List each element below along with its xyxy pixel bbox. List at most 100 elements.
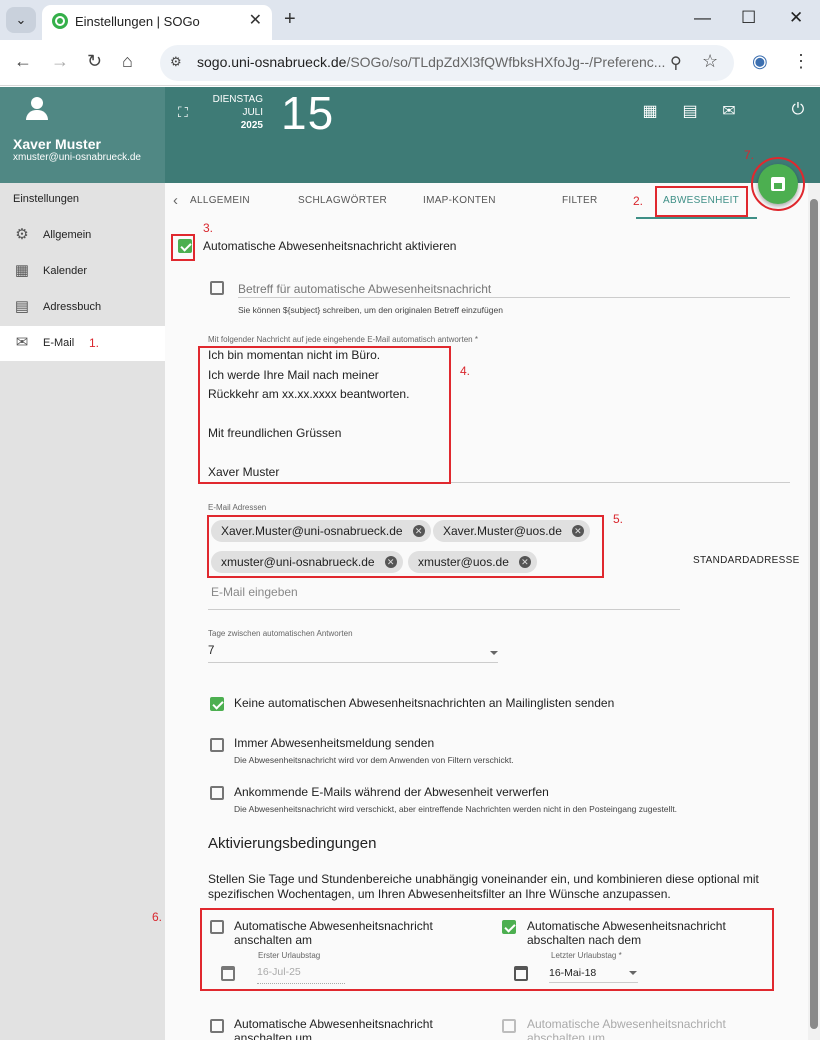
calendar-icon: ▦ — [14, 262, 30, 279]
save-icon — [771, 177, 785, 191]
address-bar[interactable]: ⚙ sogo.uni-osnabrueck.de/SOGo/so/TLdpZdX… — [160, 45, 734, 81]
start-date-input[interactable]: 16-Jul-25 — [257, 966, 301, 978]
addressbook-icon: ▤ — [14, 298, 30, 315]
discard-checkbox[interactable] — [210, 786, 224, 800]
browser-menu-icon[interactable]: ⋮ — [792, 51, 810, 72]
annotation-box-5 — [207, 515, 604, 578]
user-panel — [0, 87, 165, 183]
default-address-button[interactable]: STANDARDADRESSE — [693, 555, 800, 566]
end-field-label: Letzter Urlaubstag * — [551, 951, 622, 960]
tabs-back-icon[interactable]: ‹ — [173, 192, 178, 209]
days-field-label: Tage zwischen automatischen Antworten — [208, 629, 353, 638]
always-send-label: Immer Abwesenheitsmeldung senden — [234, 736, 435, 750]
no-mailinglists-checkbox[interactable] — [210, 697, 224, 711]
annotation-box-4 — [198, 346, 451, 484]
mail-icon: ✉ — [15, 334, 29, 351]
annotation-box-2 — [655, 186, 748, 217]
save-button[interactable] — [758, 164, 798, 204]
url-host: sogo.uni-osnabrueck.de — [197, 54, 347, 70]
end-date-dropdown-icon[interactable] — [629, 971, 637, 975]
profile-icon[interactable]: ◉ — [752, 51, 768, 72]
sidebar-item-label: E-Mail — [43, 337, 75, 349]
annotation-1: 1. — [89, 336, 100, 350]
days-underline — [208, 662, 498, 663]
sidebar-item-email[interactable]: ✉ E-Mail — [0, 326, 165, 361]
sidebar-item-adressbuch[interactable]: ▤ Adressbuch — [0, 290, 165, 325]
bookmark-star-icon[interactable]: ☆ — [702, 51, 718, 72]
zoom-icon[interactable]: ⚲ — [670, 53, 682, 73]
activation-text: Stellen Sie Tage und Stundenbereiche una… — [208, 872, 759, 901]
address-input[interactable]: E-Mail eingeben — [211, 585, 298, 599]
day-number: 15 — [281, 87, 335, 139]
annotation-6: 6. — [152, 910, 163, 924]
annotation-4: 4. — [460, 364, 471, 378]
url-path: /SOGo/so/TLdpZdXl3fQWfbksHXfoJg--/Prefer… — [346, 54, 666, 70]
tab-list-dropdown-button[interactable]: ⌄ — [6, 7, 36, 33]
weekday: DIENSTAG — [212, 94, 263, 105]
month: JULI — [242, 107, 263, 118]
site-info-icon[interactable]: ⚙ — [170, 54, 182, 70]
year: 2025 — [240, 120, 263, 131]
back-icon[interactable]: ← — [14, 51, 32, 72]
active-tab-indicator — [636, 217, 757, 219]
browser-tab[interactable]: Einstellungen | SOGo ✕ — [42, 5, 272, 40]
annotation-2: 2. — [633, 194, 644, 208]
end-date-input[interactable]: 16-Mai-18 — [549, 967, 596, 979]
annotation-5: 5. — [613, 512, 624, 526]
tab-imap-konten[interactable]: IMAP-KONTEN — [423, 195, 496, 206]
contacts-app-icon[interactable]: ▤ — [681, 101, 699, 120]
end-date-underline — [549, 982, 638, 983]
url-text[interactable]: sogo.uni-osnabrueck.de/SOGo/so/TLdpZdXl3… — [197, 54, 665, 70]
sidebar-item-kalender[interactable]: ▦ Kalender — [0, 254, 165, 289]
tab-close-icon[interactable]: ✕ — [249, 10, 262, 30]
window-close-button[interactable]: ✕ — [789, 8, 803, 28]
time-on-checkbox[interactable] — [210, 1019, 224, 1033]
message-field-label: Mit folgender Nachricht auf jede eingehe… — [208, 335, 478, 344]
address-input-underline — [208, 609, 680, 610]
always-send-checkbox[interactable] — [210, 738, 224, 752]
end-date-label: Automatische Abwesenheitsnachricht absch… — [527, 919, 726, 947]
start-calendar-icon[interactable] — [221, 966, 235, 981]
start-field-label: Erster Urlaubstag — [258, 951, 321, 960]
sogo-favicon-icon — [52, 13, 68, 29]
forward-icon[interactable]: → — [51, 51, 69, 72]
home-icon[interactable]: ⌂ — [122, 51, 133, 72]
days-dropdown-icon[interactable] — [490, 651, 498, 655]
always-send-hint: Die Abwesenheitsnachricht wird vor dem A… — [234, 755, 514, 765]
sidebar-item-label: Kalender — [43, 265, 88, 277]
start-date-checkbox[interactable] — [210, 920, 224, 934]
start-date-label: Automatische Abwesenheitsnachricht ansch… — [234, 919, 433, 947]
fullscreen-icon[interactable]: ⛶ — [178, 104, 188, 121]
scrollbar-thumb[interactable] — [810, 199, 818, 1029]
time-off-label: Automatische Abwesenheitsnachricht absch… — [527, 1017, 726, 1040]
time-off-checkbox[interactable] — [502, 1019, 516, 1033]
sidebar-item-allgemein[interactable]: ⚙ Allgemein — [0, 218, 165, 253]
enable-vacation-checkbox[interactable] — [178, 239, 192, 253]
reload-icon[interactable]: ↻ — [87, 51, 102, 72]
sidebar-title: Einstellungen — [13, 193, 80, 205]
tab-allgemein[interactable]: ALLGEMEIN — [190, 195, 250, 206]
sidebar-item-label: Adressbuch — [43, 301, 102, 313]
end-date-checkbox[interactable] — [502, 920, 516, 934]
subject-underline — [238, 297, 790, 298]
tab-schlagwoerter[interactable]: SCHLAGWÖRTER — [298, 195, 387, 206]
discard-hint: Die Abwesenheitsnachricht wird verschick… — [234, 804, 678, 814]
subject-input[interactable]: Betreff für automatische Abwesenheitsnac… — [238, 282, 491, 296]
user-email: xmuster@uni-osnabrueck.de — [13, 152, 141, 163]
sidebar-item-label: Allgemein — [43, 229, 92, 241]
subject-checkbox[interactable] — [210, 281, 224, 295]
annotation-7: 7. — [744, 148, 755, 162]
mail-app-icon[interactable]: ✉ — [720, 101, 738, 120]
days-select[interactable]: 7 — [208, 645, 214, 657]
tab-filter[interactable]: FILTER — [562, 195, 598, 206]
logout-icon[interactable]: ⏻ — [789, 101, 807, 119]
minimize-button[interactable]: — — [694, 8, 711, 28]
new-tab-button[interactable]: + — [284, 8, 296, 31]
avatar-icon — [26, 97, 48, 121]
activation-heading: Aktivierungsbedingungen — [208, 835, 377, 852]
calendar-app-icon[interactable]: ▦ — [641, 101, 659, 120]
maximize-button[interactable]: ☐ — [741, 8, 756, 28]
time-on-label: Automatische Abwesenheitsnachricht ansch… — [234, 1017, 433, 1040]
end-calendar-icon[interactable] — [514, 966, 528, 981]
discard-label: Ankommende E-Mails während der Abwesenhe… — [234, 785, 549, 799]
